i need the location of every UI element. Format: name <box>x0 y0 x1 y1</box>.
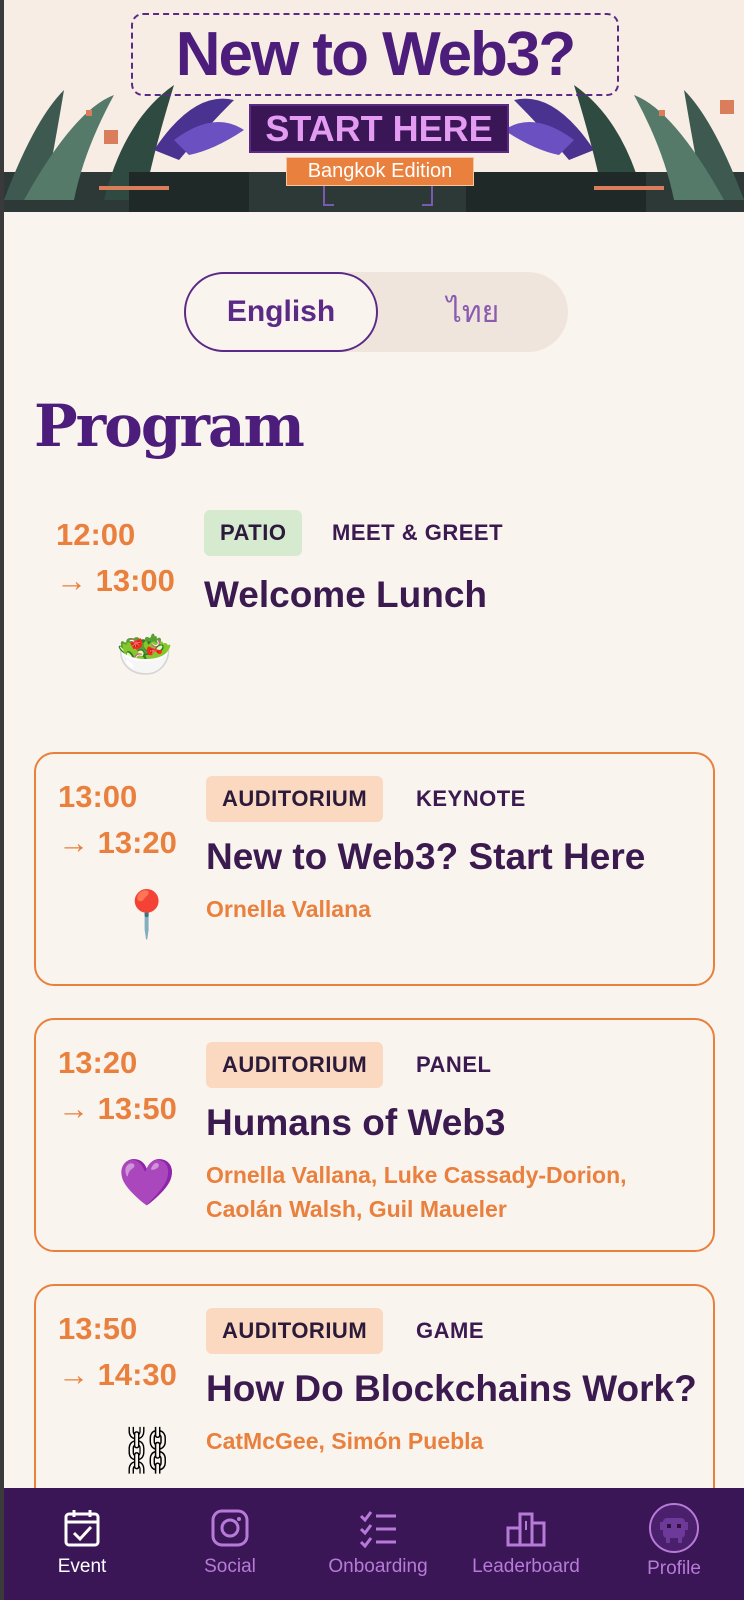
session-title: Welcome Lunch <box>204 574 488 615</box>
session-card-keynote[interactable]: 13:00 → 13:20 📍 AUDITORIUM KEYNOTE New t… <box>34 752 715 986</box>
language-toggle: English ไทย <box>184 272 568 352</box>
session-speakers: CatMcGee, Simón Puebla <box>206 1428 484 1454</box>
session-speakers: Ornella Vallana <box>206 896 371 922</box>
pushpin-icon: 📍 <box>118 888 176 940</box>
salad-icon: 🥗 <box>116 628 174 680</box>
session-time: 13:20 → 13:50 <box>58 1040 177 1132</box>
venue-badge: PATIO <box>204 510 303 556</box>
language-option-english[interactable]: English <box>184 272 378 352</box>
session-end-time: → 14:30 <box>58 1357 177 1392</box>
program-heading: Program <box>34 392 305 460</box>
banner-title: New to Web3? <box>175 20 577 89</box>
session-end-time: → 13:50 <box>58 1091 177 1126</box>
venue-badge: AUDITORIUM <box>206 1042 384 1088</box>
app-screen: New to Web3? START HERE Bangkok Edition … <box>4 0 744 1600</box>
session-start-time: 13:00 <box>58 779 138 814</box>
calendar-check-icon <box>64 1510 100 1547</box>
start-here-label: START HERE <box>249 104 509 153</box>
session-category: GAME <box>416 1318 484 1343</box>
instagram-icon <box>211 1509 249 1547</box>
session-time: 13:50 → 14:30 <box>58 1306 177 1398</box>
nav-label-event: Event <box>57 1556 107 1577</box>
purple-heart-icon: 💜 <box>118 1156 176 1208</box>
nav-item-social[interactable]: Social <box>156 1488 304 1600</box>
bottom-navigation: Event Social Onboarding Leaderboard Prof… <box>4 1488 744 1600</box>
session-title: How Do Blockchains Work? <box>206 1368 697 1409</box>
checklist-icon <box>359 1511 396 1548</box>
nav-label-onboarding: Onboarding <box>328 1556 428 1577</box>
session-category: PANEL <box>416 1052 492 1077</box>
nav-label-leaderboard: Leaderboard <box>472 1556 580 1577</box>
venue-badge: AUDITORIUM <box>206 776 384 822</box>
nav-item-onboarding[interactable]: Onboarding <box>304 1488 452 1600</box>
session-card-welcome-lunch[interactable]: 12:00 → 13:00 🥗 PATIO MEET & GREET Welco… <box>34 500 715 710</box>
podium-icon <box>506 1512 546 1547</box>
event-banner[interactable]: New to Web3? START HERE Bangkok Edition <box>4 0 744 212</box>
session-speakers: Ornella Vallana, Luke Cassady-Dorion, Ca… <box>206 1162 627 1222</box>
session-title: New to Web3? Start Here <box>206 836 646 877</box>
session-end-time: → 13:20 <box>58 825 177 860</box>
language-option-thai[interactable]: ไทย <box>378 272 568 352</box>
session-category: MEET & GREET <box>332 520 504 545</box>
session-category: KEYNOTE <box>416 786 526 811</box>
nav-label-profile: Profile <box>647 1558 701 1579</box>
edition-label: Bangkok Edition <box>286 157 474 186</box>
session-time: 12:00 → 13:00 <box>56 512 175 604</box>
nav-item-event[interactable]: Event <box>8 1488 156 1600</box>
session-card-panel[interactable]: 13:20 → 13:50 💜 AUDITORIUM PANEL Humans … <box>34 1018 715 1252</box>
session-start-time: 12:00 <box>56 517 136 552</box>
session-start-time: 13:20 <box>58 1045 138 1080</box>
avatar-icon <box>649 1503 699 1553</box>
session-time: 13:00 → 13:20 <box>58 774 177 866</box>
venue-badge: AUDITORIUM <box>206 1308 384 1354</box>
session-title: Humans of Web3 <box>206 1102 506 1143</box>
chains-icon: ⛓ <box>118 1424 177 1476</box>
nav-item-profile[interactable]: Profile <box>600 1488 744 1600</box>
nav-item-leaderboard[interactable]: Leaderboard <box>452 1488 600 1600</box>
session-end-time: → 13:00 <box>56 563 175 598</box>
nav-label-social: Social <box>204 1556 256 1577</box>
banner-title-box: New to Web3? <box>131 13 619 96</box>
session-start-time: 13:50 <box>58 1311 138 1346</box>
